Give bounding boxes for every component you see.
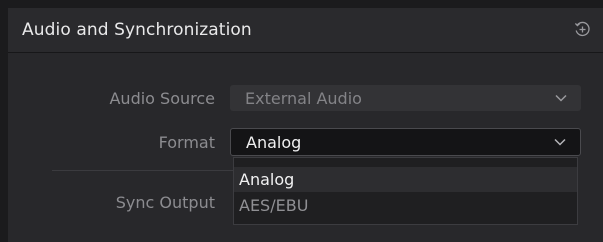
format-label: Format xyxy=(158,133,215,152)
chevron-down-icon xyxy=(554,138,566,146)
panel-header: Audio and Synchronization xyxy=(8,8,603,53)
format-value: Analog xyxy=(246,133,302,152)
format-option-aes-ebu[interactable]: AES/EBU xyxy=(234,193,577,218)
format-select[interactable]: Analog xyxy=(230,128,581,156)
panel-title: Audio and Synchronization xyxy=(22,20,252,40)
reset-plus-circle-icon[interactable] xyxy=(573,20,591,38)
sync-output-label: Sync Output xyxy=(115,193,215,212)
format-dropdown-menu: Analog AES/EBU xyxy=(233,157,578,225)
audio-source-value: External Audio xyxy=(245,89,362,108)
chevron-down-icon xyxy=(555,94,567,102)
audio-sync-settings-window: Audio and Synchronization Audio Source E… xyxy=(0,0,603,242)
section-divider xyxy=(52,170,237,171)
audio-source-select[interactable]: External Audio xyxy=(230,85,581,111)
settings-panel: Audio Source External Audio Format Analo… xyxy=(8,53,603,242)
audio-source-label: Audio Source xyxy=(109,89,215,108)
format-option-analog[interactable]: Analog xyxy=(234,167,577,192)
